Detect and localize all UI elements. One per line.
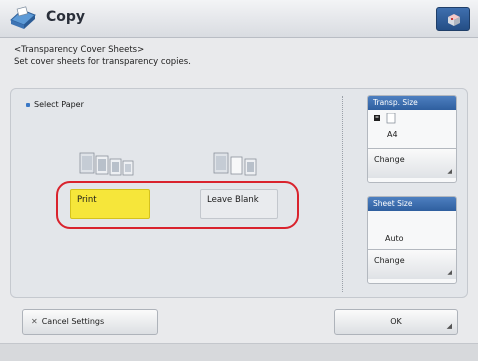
transparency-size-box: Transp. Size A4 Change ◢ bbox=[367, 95, 457, 183]
divider bbox=[342, 96, 343, 292]
bottom-status-band bbox=[0, 343, 478, 361]
bullet-icon bbox=[26, 102, 30, 107]
sheet-size-box: Sheet Size Auto Change ◢ bbox=[367, 196, 457, 284]
transparency-size-change-label: Change bbox=[374, 155, 405, 164]
corner-arrow-icon: ◢ bbox=[447, 269, 452, 276]
transparency-size-change-button[interactable]: Change ◢ bbox=[368, 148, 456, 178]
ok-label: OK bbox=[390, 317, 402, 326]
page-title: Copy bbox=[46, 9, 86, 25]
title-bar: Copy bbox=[0, 0, 478, 38]
corner-arrow-icon: ◢ bbox=[447, 168, 452, 175]
status-monitor-button[interactable] bbox=[436, 7, 470, 31]
sheet-size-header: Sheet Size bbox=[368, 197, 456, 211]
corner-arrow-icon: ◢ bbox=[446, 322, 452, 330]
sheet-size-value: Auto bbox=[385, 234, 404, 243]
sheet-size-change-button[interactable]: Change ◢ bbox=[368, 249, 456, 279]
transparency-size-header: Transp. Size bbox=[368, 96, 456, 110]
close-icon: ✕ bbox=[31, 317, 38, 326]
sheet-size-change-label: Change bbox=[374, 256, 405, 265]
select-paper-label: Select Paper bbox=[26, 100, 84, 109]
blank-sheets-icon bbox=[213, 152, 257, 176]
highlight-outline bbox=[56, 181, 299, 229]
cancel-settings-label: Cancel Settings bbox=[41, 317, 105, 326]
cube-icon bbox=[448, 14, 460, 26]
description-heading: <Transparency Cover Sheets> bbox=[14, 45, 145, 55]
copy-icon bbox=[10, 6, 36, 29]
printed-sheets-icon bbox=[79, 152, 134, 176]
transparency-size-value-area: A4 bbox=[368, 110, 456, 148]
transparency-icon bbox=[374, 113, 396, 124]
sheet-size-value-area: Auto bbox=[368, 211, 456, 249]
cancel-settings-button[interactable]: ✕ Cancel Settings bbox=[22, 309, 158, 335]
description-text: Set cover sheets for transparency copies… bbox=[14, 57, 191, 67]
screen-description: <Transparency Cover Sheets> Set cover sh… bbox=[14, 44, 191, 68]
ok-button[interactable]: OK ◢ bbox=[334, 309, 458, 335]
transparency-size-value: A4 bbox=[387, 130, 398, 139]
